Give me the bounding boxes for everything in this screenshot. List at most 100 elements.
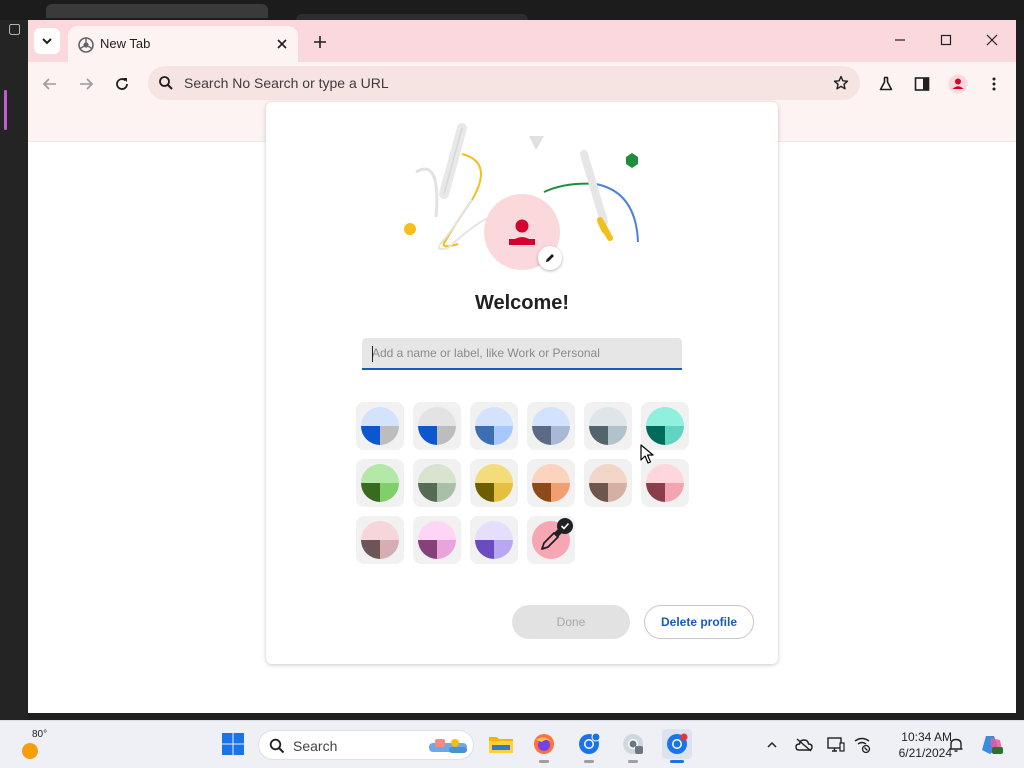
- star-icon: [833, 75, 849, 90]
- color-swatch-violet[interactable]: [470, 516, 518, 564]
- arrow-left-icon: [42, 78, 56, 90]
- color-swatch-icon: [418, 464, 456, 502]
- address-bar[interactable]: Search No Search or type a URL: [148, 66, 860, 100]
- minimize-icon: [895, 39, 905, 41]
- file-explorer-button[interactable]: [486, 729, 516, 759]
- firefox-button[interactable]: [529, 729, 559, 763]
- desktop-background-left: ▢: [0, 20, 28, 720]
- chrome-icon: [579, 732, 601, 754]
- reload-button[interactable]: [109, 71, 135, 97]
- maximize-icon: [940, 34, 952, 46]
- color-swatch-icon: [589, 464, 627, 502]
- windows-icon: [222, 733, 244, 755]
- chevron-up-icon: [767, 741, 777, 748]
- network-icon: [854, 737, 871, 753]
- notifications-button[interactable]: [946, 735, 966, 755]
- chrome-canary-button[interactable]: [618, 729, 648, 763]
- avatar-icon: [948, 74, 968, 94]
- close-icon: [986, 34, 998, 46]
- search-icon: [159, 76, 173, 90]
- running-indicator: [539, 760, 549, 763]
- color-swatch-icon: [532, 407, 570, 445]
- color-swatch-yellow[interactable]: [470, 459, 518, 507]
- background-window-tab: [46, 4, 268, 18]
- weather-widget[interactable]: 80°: [18, 729, 58, 763]
- color-swatch-mauve[interactable]: [356, 516, 404, 564]
- profile-name-input[interactable]: [362, 338, 682, 370]
- color-swatch-grey-blue[interactable]: [413, 402, 461, 450]
- close-window-button[interactable]: [978, 28, 1006, 52]
- labs-button[interactable]: [873, 71, 899, 97]
- color-swatch-orange[interactable]: [527, 459, 575, 507]
- color-swatch-grey[interactable]: [584, 402, 632, 450]
- color-swatch-taupe[interactable]: [584, 459, 632, 507]
- reload-icon: [116, 78, 128, 90]
- delete-profile-button[interactable]: Delete profile: [644, 605, 754, 639]
- onedrive-button[interactable]: [794, 735, 814, 755]
- folder-icon: [489, 737, 513, 753]
- color-swatch-grid: [356, 402, 696, 572]
- system-clock[interactable]: 10:34 AM 6/21/2024: [876, 729, 952, 761]
- browser-window: New Tab Search No Search or type a URL W…: [28, 20, 1016, 713]
- tab-title: New Tab: [100, 36, 151, 51]
- color-swatch-icon: [361, 407, 399, 445]
- tab-close-button[interactable]: [272, 34, 292, 54]
- color-swatch-icon: [418, 407, 456, 445]
- clock-date: 6/21/2024: [898, 746, 952, 760]
- network-button[interactable]: [852, 735, 872, 755]
- minimize-button[interactable]: [886, 28, 914, 52]
- profile-customization-dialog: Welcome! Done Delete profile: [266, 102, 778, 664]
- color-swatch-green[interactable]: [356, 459, 404, 507]
- running-indicator: [584, 760, 594, 763]
- color-swatch-slate[interactable]: [527, 402, 575, 450]
- color-swatch-icon: [475, 407, 513, 445]
- chrome-favicon-icon: [78, 37, 94, 53]
- show-hidden-icons-button[interactable]: [762, 735, 782, 755]
- dialog-heading: Welcome!: [474, 292, 570, 314]
- color-swatch-icon: [532, 464, 570, 502]
- color-swatch-blue-default[interactable]: [356, 402, 404, 450]
- background-window-accent: [4, 90, 7, 130]
- tab-search-button[interactable]: [34, 28, 60, 54]
- tab-new-tab[interactable]: New Tab: [68, 26, 298, 62]
- copilot-icon: [982, 736, 1003, 754]
- mouse-pointer-icon: [640, 444, 654, 464]
- taskbar-search-box[interactable]: Search: [258, 730, 474, 760]
- monitor-icon: [827, 737, 845, 752]
- bell-icon: [949, 738, 963, 752]
- bookmark-button[interactable]: [830, 72, 852, 94]
- start-button[interactable]: [218, 729, 248, 759]
- chevron-down-icon: [42, 38, 52, 45]
- color-swatch-icon: [646, 407, 684, 445]
- profile-button[interactable]: [945, 71, 971, 97]
- copilot-button[interactable]: [980, 735, 1004, 755]
- browser-toolbar: Search No Search or type a URL: [28, 62, 1016, 104]
- color-swatch-custom-picker[interactable]: [527, 516, 575, 564]
- firefox-icon: [534, 734, 554, 754]
- pencil-icon: [546, 254, 554, 262]
- background-window-icon: ▢: [8, 20, 22, 36]
- color-swatch-blue[interactable]: [470, 402, 518, 450]
- address-bar-text: Search No Search or type a URL: [184, 75, 389, 91]
- color-swatch-icon: [361, 464, 399, 502]
- taskbar-search-label: Search: [293, 738, 338, 754]
- color-swatch-sage[interactable]: [413, 459, 461, 507]
- side-panel-button[interactable]: [909, 71, 935, 97]
- display-button[interactable]: [826, 735, 846, 755]
- done-button[interactable]: Done: [512, 605, 630, 639]
- forward-button[interactable]: [73, 71, 99, 97]
- color-swatch-aqua[interactable]: [641, 402, 689, 450]
- color-swatch-rose[interactable]: [641, 459, 689, 507]
- arrow-right-icon: [80, 78, 94, 90]
- chrome-beta-button[interactable]: [574, 729, 604, 763]
- back-button[interactable]: [37, 71, 63, 97]
- new-tab-button[interactable]: [308, 30, 332, 54]
- chrome-dev-button[interactable]: [662, 729, 692, 763]
- cloud-offline-icon: [795, 738, 813, 752]
- maximize-button[interactable]: [932, 28, 960, 52]
- color-swatch-pink[interactable]: [413, 516, 461, 564]
- weather-sun-icon: [22, 743, 38, 759]
- edit-avatar-button[interactable]: [538, 246, 562, 270]
- side-panel-icon: [914, 77, 930, 91]
- menu-button[interactable]: [981, 71, 1007, 97]
